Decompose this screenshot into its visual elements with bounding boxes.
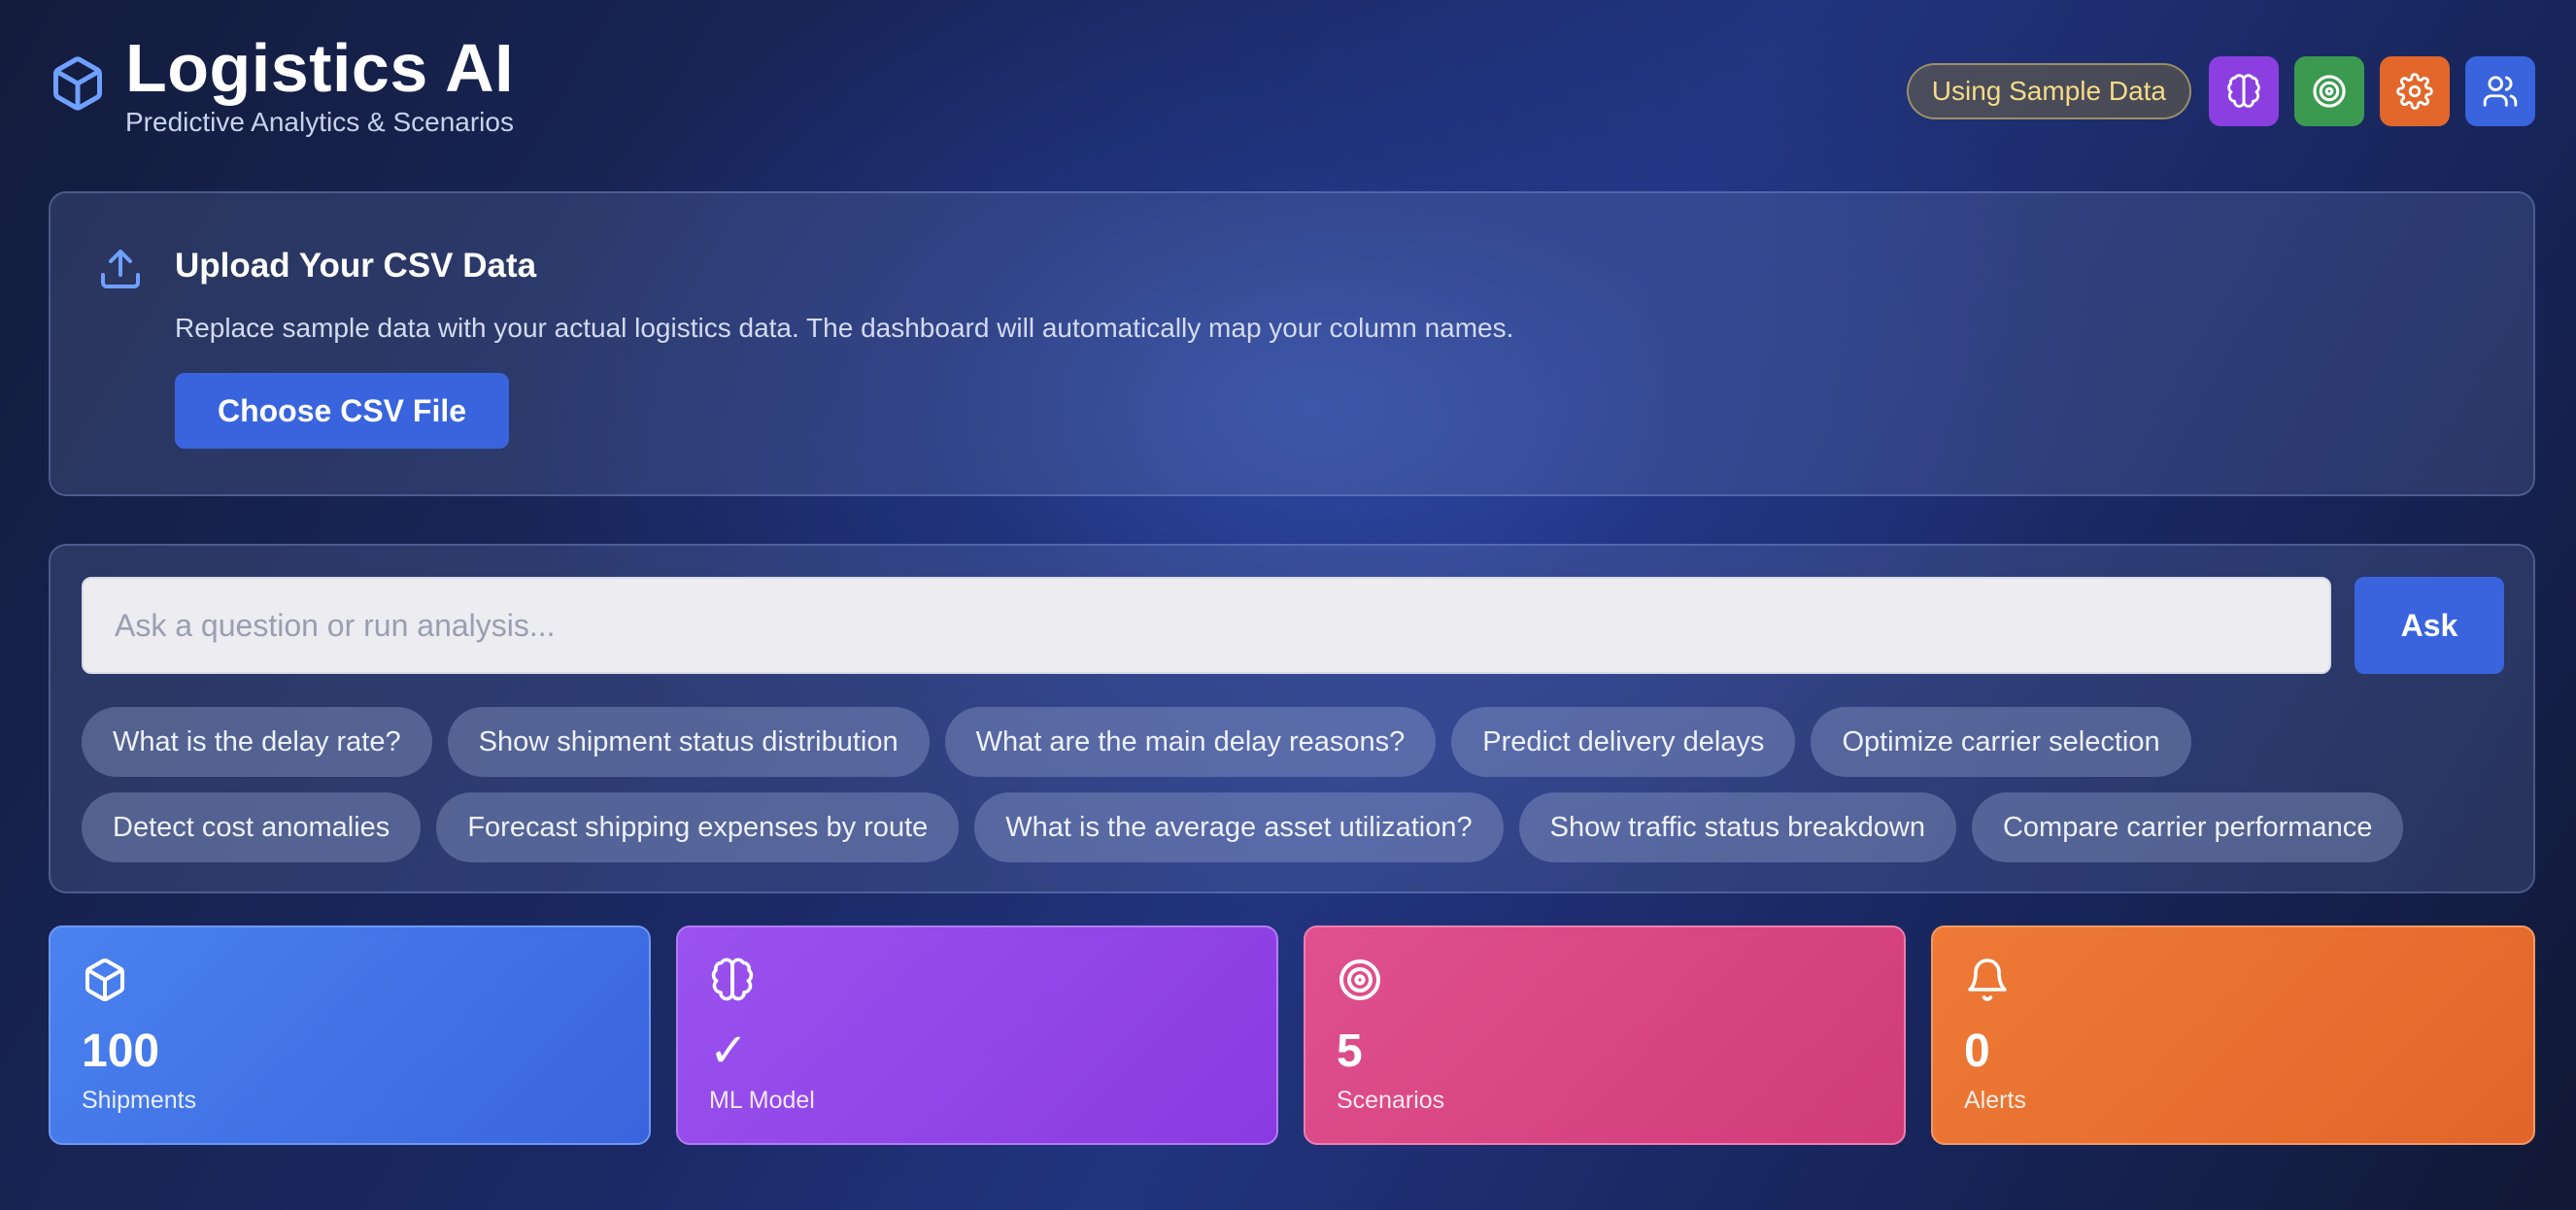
ask-button[interactable]: Ask [2355,577,2504,674]
stat-value: 100 [82,1025,160,1077]
gear-icon [2396,73,2433,110]
stat-card-alerts[interactable]: 0 Alerts [1931,925,2535,1145]
suggestion-chip[interactable]: What are the main delay reasons? [944,707,1437,777]
stat-value: 5 [1337,1025,1363,1077]
suggestion-chip[interactable]: Forecast shipping expenses by route [436,792,960,862]
package-icon [53,56,102,111]
suggestion-chip[interactable]: Compare carrier performance [1971,792,2404,862]
app-title: Logistics AI [125,30,515,106]
suggestion-chip[interactable]: Show traffic status breakdown [1518,792,1956,862]
suggestions-row: Detect cost anomalies Forecast shipping … [82,792,2404,862]
users-icon [2483,76,2518,107]
sample-data-badge[interactable]: Using Sample Data [1906,63,2191,119]
suggestion-chip[interactable]: Optimize carrier selection [1811,707,2191,777]
stat-label: Shipments [82,1087,197,1114]
app-header: Logistics AI Predictive Analytics & Scen… [49,29,2535,146]
ml-model-button[interactable] [2209,56,2279,126]
upload-panel: Upload Your CSV Data Replace sample data… [49,191,2535,496]
stat-label: ML Model [709,1087,815,1114]
stat-card-shipments[interactable]: 100 Shipments [49,925,651,1145]
stat-label: Alerts [1964,1087,2026,1114]
stats-row: 100 Shipments ✓ ML Model 5 Scenarios 0 A… [49,925,2535,1145]
stat-label: Scenarios [1337,1087,1445,1114]
scenarios-button[interactable] [2294,56,2364,126]
suggestions-row: What is the delay rate? Show shipment st… [82,707,2191,777]
query-panel: Ask a question or run analysis... Ask Wh… [49,544,2535,893]
suggestion-chip[interactable]: Predict delivery delays [1451,707,1796,777]
app-subtitle: Predictive Analytics & Scenarios [125,107,514,137]
upload-icon [101,250,140,288]
users-button[interactable] [2465,56,2535,126]
target-icon [1339,959,1380,1000]
choose-csv-button[interactable]: Choose CSV File [175,373,509,449]
query-input[interactable]: Ask a question or run analysis... [82,577,2331,674]
stat-value: 0 [1964,1025,1990,1077]
brain-icon [2227,74,2260,108]
settings-button[interactable] [2380,56,2450,126]
brain-icon [711,958,754,1001]
package-icon [85,958,124,1001]
bell-icon [1968,958,2007,1001]
header-actions: Using Sample Data [1906,56,2535,126]
stat-card-ml-model[interactable]: ✓ ML Model [676,925,1278,1145]
stat-card-scenarios[interactable]: 5 Scenarios [1304,925,1906,1145]
stat-value: ✓ [709,1025,749,1077]
suggestion-chip[interactable]: Detect cost anomalies [82,792,422,862]
target-icon [2313,75,2346,108]
upload-title: Upload Your CSV Data [175,247,537,285]
suggestion-chip[interactable]: What is the average asset utilization? [974,792,1504,862]
upload-description: Replace sample data with your actual log… [175,313,1514,343]
suggestion-chip[interactable]: Show shipment status distribution [447,707,930,777]
suggestion-chip[interactable]: What is the delay rate? [82,707,432,777]
